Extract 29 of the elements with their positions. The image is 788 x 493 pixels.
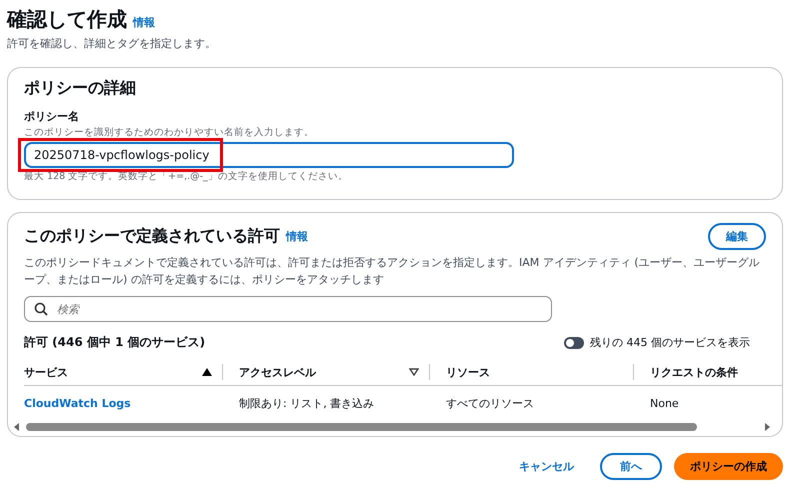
policy-name-field[interactable]: 20250718-vpcflowlogs-policy bbox=[24, 142, 514, 168]
toggle-label: 残りの 445 個のサービスを表示 bbox=[590, 335, 750, 350]
sort-up-icon[interactable] bbox=[202, 368, 212, 376]
column-header[interactable]: サービス bbox=[24, 364, 202, 380]
info-link[interactable]: 情報 bbox=[286, 229, 308, 244]
table-cell: すべてのリソース bbox=[446, 396, 534, 410]
info-link[interactable]: 情報 bbox=[133, 15, 155, 30]
table-cell: 制限あり: リスト, 書き込み bbox=[239, 396, 374, 410]
table-cell: None bbox=[650, 396, 679, 410]
page-title: 確認して作成 bbox=[7, 6, 127, 33]
field-label: ポリシー名 bbox=[24, 109, 80, 124]
section-title: このポリシーで定義されている許可 bbox=[24, 226, 280, 247]
column-header[interactable]: リクエストの条件 bbox=[650, 364, 774, 380]
section-description: このポリシードキュメントで定義されている許可は、許可または拒否するアクションを指定します。IAM アイデンティティ (ユーザー、ユーザーグループ、またはロール) の許可を定義するには、ポリシーをアタッチします bbox=[24, 255, 761, 288]
edit-button[interactable]: 編集 bbox=[708, 223, 766, 250]
previous-button[interactable]: 前へ bbox=[600, 453, 662, 480]
cancel-button[interactable]: キャンセル bbox=[505, 455, 588, 478]
toggle-switch[interactable] bbox=[564, 336, 584, 349]
field-hint: このポリシーを識別するためのわかりやすい名前を入力します。 bbox=[24, 126, 315, 139]
sort-down-icon[interactable] bbox=[409, 368, 419, 376]
page-description: 許可を確認し、詳細とタグを指定します。 bbox=[7, 36, 217, 51]
service-link[interactable]: CloudWatch Logs bbox=[24, 396, 131, 410]
create-policy-button[interactable]: ポリシーの作成 bbox=[674, 453, 783, 480]
search-icon bbox=[34, 302, 48, 316]
column-header[interactable]: アクセスレベル bbox=[239, 364, 409, 380]
column-header[interactable]: リソース bbox=[446, 364, 633, 380]
permissions-count: 許可 (446 個中 1 個のサービス) bbox=[24, 334, 206, 352]
section-title: ポリシーの詳細 bbox=[24, 78, 137, 99]
search-field[interactable]: 検索 bbox=[24, 296, 552, 322]
